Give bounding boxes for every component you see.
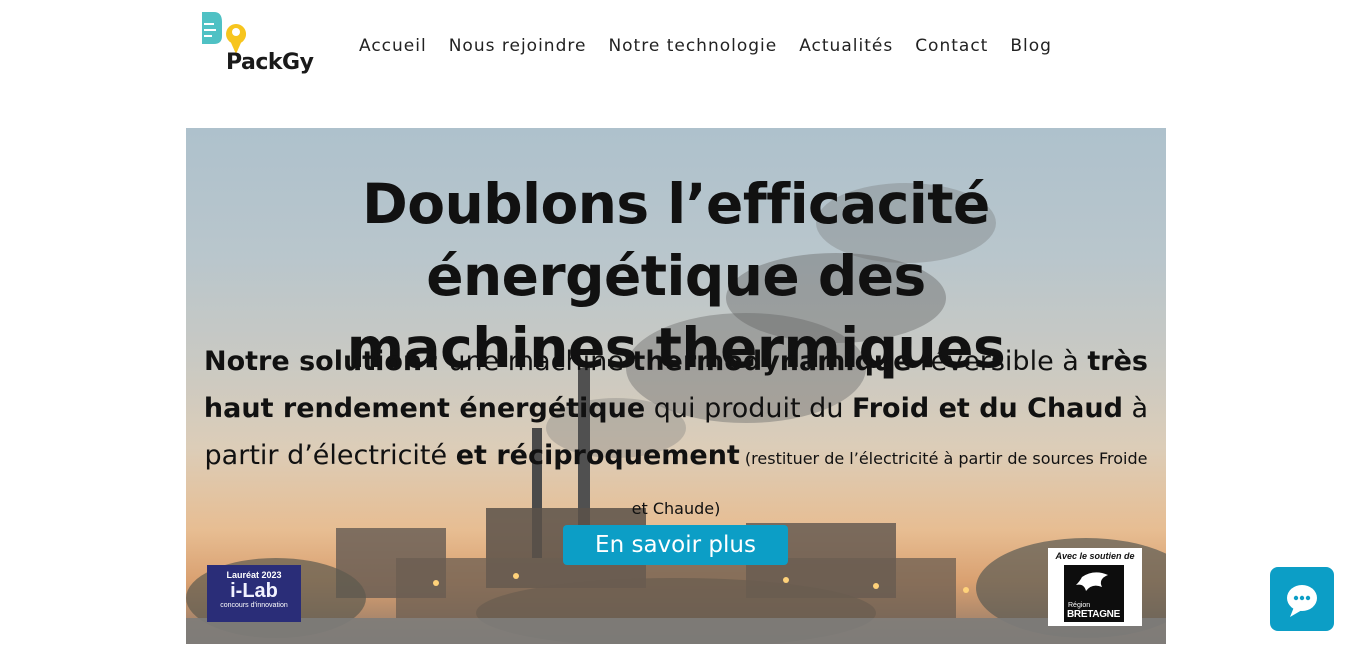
hero-title-line1: Doublons l’efficacité énergétique des [362,172,990,308]
bretagne-region-label: Région [1068,602,1091,609]
packgy-logo[interactable]: PackGy [200,10,314,82]
logo-text: PackGy [226,50,314,75]
hero-sub-bold-4: Froid et du Chaud [852,393,1123,424]
hero-subtitle: Notre solution : une machine thermodynam… [196,338,1156,532]
nav-item-actualites[interactable]: Actualités [788,36,904,56]
ilab-badge-year: Lauréat 2023 [226,570,282,580]
hero-sub-text-1: : une machine [422,346,633,377]
bretagne-badge-caption: Avec le soutien de [1055,551,1135,561]
hero-sub-text-2: réversible à [911,346,1088,377]
nav-item-blog[interactable]: Blog [999,36,1063,56]
learn-more-button[interactable]: En savoir plus [563,525,788,565]
hero-sub-bold-2: thermodynamique [632,346,912,377]
chat-bubble-icon [1287,585,1317,617]
ilab-badge-title: i-Lab [230,580,278,602]
nav-item-nous-rejoindre[interactable]: Nous rejoindre [438,36,598,56]
region-bretagne-badge: Avec le soutien de Région BRETAGNE [1048,548,1142,626]
hero-banner: Doublons l’efficacité énergétique des ma… [186,128,1166,644]
hero-sub-bold-5: et réciproquement [455,440,740,471]
nav-item-contact[interactable]: Contact [904,36,999,56]
bretagne-logo: Région BRETAGNE [1064,565,1124,622]
hero-sub-text-3: qui produit du [645,393,853,424]
main-nav: Accueil Nous rejoindre Notre technologie… [348,30,1063,62]
chat-widget-button[interactable] [1270,567,1334,631]
nav-item-notre-technologie[interactable]: Notre technologie [597,36,788,56]
nav-item-accueil[interactable]: Accueil [348,36,438,56]
ilab-laureat-badge: Lauréat 2023 i-Lab concours d'innovation [207,565,301,622]
bretagne-name-label: BRETAGNE [1067,609,1120,620]
hero-sub-bold-1: Notre solution [204,346,423,377]
ilab-badge-caption: concours d'innovation [220,602,288,609]
